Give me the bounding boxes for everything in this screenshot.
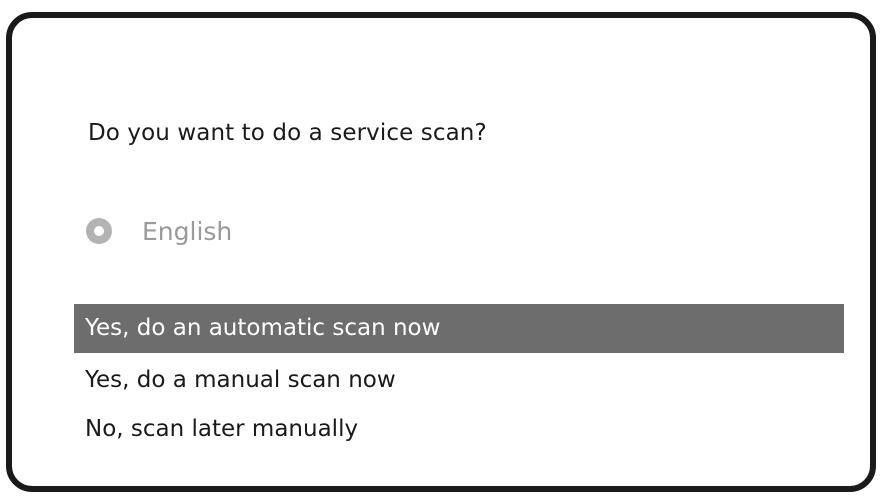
option-manual-scan[interactable]: Yes, do a manual scan now xyxy=(74,356,844,405)
option-scan-later[interactable]: No, scan later manually xyxy=(74,405,844,454)
service-scan-dialog: Do you want to do a service scan? Englis… xyxy=(6,12,876,492)
language-label: English xyxy=(142,216,233,246)
radio-dot xyxy=(94,226,104,236)
language-option[interactable]: English xyxy=(86,213,232,249)
dialog-question: Do you want to do a service scan? xyxy=(88,120,487,146)
option-automatic-scan[interactable]: Yes, do an automatic scan now xyxy=(74,304,844,353)
radio-icon[interactable] xyxy=(86,218,112,244)
scan-options-list: Yes, do an automatic scan now Yes, do a … xyxy=(74,304,844,454)
